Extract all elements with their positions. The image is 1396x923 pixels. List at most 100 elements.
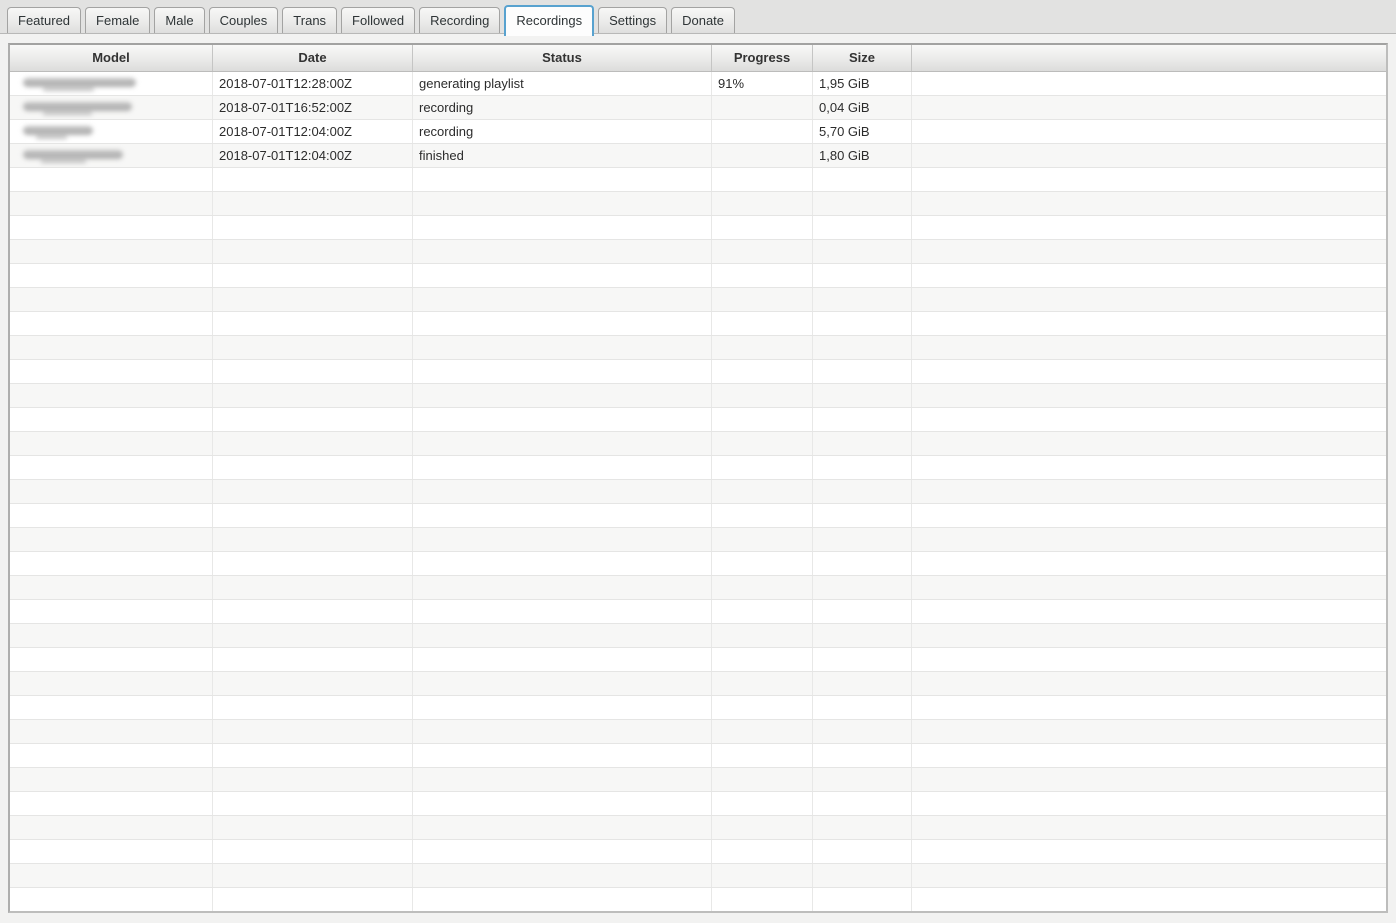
- table-row[interactable]: 2018-07-01T12:28:00Zgenerating playlist9…: [10, 72, 1386, 96]
- cell-date: 2018-07-01T16:52:00Z: [213, 96, 413, 119]
- table-row[interactable]: 2018-07-01T12:04:00Zfinished1,80 GiB: [10, 144, 1386, 168]
- tab-settings[interactable]: Settings: [598, 7, 667, 33]
- cell-filler: [912, 720, 1386, 743]
- cell-model: [10, 720, 213, 743]
- tab-bar: Featured FemaleMaleCouplesTrans Followed Re…: [0, 0, 1396, 34]
- table-row-empty: [10, 360, 1386, 384]
- cell-filler: [912, 792, 1386, 815]
- cell-model: [10, 696, 213, 719]
- cell-filler: [912, 744, 1386, 767]
- cell-size: [813, 840, 912, 863]
- cell-filler: [912, 888, 1386, 911]
- cell-model: [10, 768, 213, 791]
- cell-size: [813, 816, 912, 839]
- column-header-date[interactable]: Date: [213, 45, 413, 71]
- cell-date: [213, 576, 413, 599]
- cell-model: [10, 744, 213, 767]
- cell-progress: [712, 528, 813, 551]
- table-row-empty: [10, 216, 1386, 240]
- cell-date: [213, 480, 413, 503]
- cell-progress: [712, 168, 813, 191]
- cell-model: [10, 264, 213, 287]
- redacted-model-name: [23, 102, 132, 111]
- cell-date: [213, 408, 413, 431]
- cell-progress: [712, 768, 813, 791]
- cell-size: [813, 240, 912, 263]
- cell-date: [213, 888, 413, 911]
- table-header: ModelDateStatusProgressSize: [10, 45, 1386, 72]
- cell-date: [213, 240, 413, 263]
- tab-featured[interactable]: Featured: [7, 7, 81, 33]
- cell-size: [813, 888, 912, 911]
- cell-size: [813, 648, 912, 671]
- cell-date: [213, 168, 413, 191]
- cell-progress: [712, 816, 813, 839]
- cell-filler: [912, 864, 1386, 887]
- cell-progress: [712, 840, 813, 863]
- column-header-filler[interactable]: [912, 45, 1386, 71]
- tab-recordings[interactable]: Recordings: [504, 5, 594, 36]
- cell-status: [413, 312, 712, 335]
- tab-recording[interactable]: Recording: [419, 7, 500, 33]
- cell-model: [10, 888, 213, 911]
- cell-size: [813, 264, 912, 287]
- column-header-size[interactable]: Size: [813, 45, 912, 71]
- cell-status: [413, 408, 712, 431]
- cell-status: [413, 528, 712, 551]
- tab-couples[interactable]: Couples: [209, 7, 279, 33]
- cell-status: [413, 648, 712, 671]
- column-header-model[interactable]: Model: [10, 45, 213, 71]
- cell-size: [813, 552, 912, 575]
- cell-filler: [912, 504, 1386, 527]
- table-row[interactable]: 2018-07-01T16:52:00Zrecording0,04 GiB: [10, 96, 1386, 120]
- cell-progress: [712, 360, 813, 383]
- cell-size: [813, 456, 912, 479]
- tab-donate[interactable]: Donate: [671, 7, 735, 33]
- cell-status: [413, 672, 712, 695]
- cell-status: [413, 792, 712, 815]
- cell-status: [413, 576, 712, 599]
- cell-status: [413, 552, 712, 575]
- tab-label: Featured: [18, 13, 70, 28]
- table-row-empty: [10, 600, 1386, 624]
- table-row-empty: [10, 480, 1386, 504]
- column-header-progress[interactable]: Progress: [712, 45, 813, 71]
- tab-female[interactable]: Female: [85, 7, 150, 33]
- cell-status: [413, 696, 712, 719]
- table-row-empty: [10, 384, 1386, 408]
- cell-size: [813, 600, 912, 623]
- cell-filler: [912, 696, 1386, 719]
- cell-filler: [912, 672, 1386, 695]
- cell-status: [413, 480, 712, 503]
- tab-label: Followed: [352, 13, 404, 28]
- tab-male[interactable]: Male: [154, 7, 204, 33]
- cell-model: [10, 624, 213, 647]
- cell-progress: [712, 600, 813, 623]
- cell-filler: [912, 264, 1386, 287]
- cell-status: [413, 600, 712, 623]
- cell-model: [10, 576, 213, 599]
- table-body: 2018-07-01T12:28:00Zgenerating playlist9…: [10, 72, 1386, 912]
- cell-filler: [912, 168, 1386, 191]
- table-row-empty: [10, 744, 1386, 768]
- cell-progress: [712, 648, 813, 671]
- cell-date: [213, 840, 413, 863]
- cell-progress: [712, 576, 813, 599]
- cell-status: [413, 624, 712, 647]
- cell-status: [413, 456, 712, 479]
- cell-filler: [912, 288, 1386, 311]
- tab-label: Settings: [609, 13, 656, 28]
- cell-filler: [912, 192, 1386, 215]
- cell-filler: [912, 360, 1386, 383]
- tab-trans[interactable]: Trans: [282, 7, 337, 33]
- cell-size: [813, 864, 912, 887]
- tab-followed[interactable]: Followed: [341, 7, 415, 33]
- table-row[interactable]: 2018-07-01T12:04:00Zrecording5,70 GiB: [10, 120, 1386, 144]
- cell-progress: [712, 384, 813, 407]
- table-row-empty: [10, 576, 1386, 600]
- cell-size: [813, 288, 912, 311]
- cell-filler: [912, 480, 1386, 503]
- cell-size: [813, 168, 912, 191]
- cell-size: [813, 696, 912, 719]
- column-header-status[interactable]: Status: [413, 45, 712, 71]
